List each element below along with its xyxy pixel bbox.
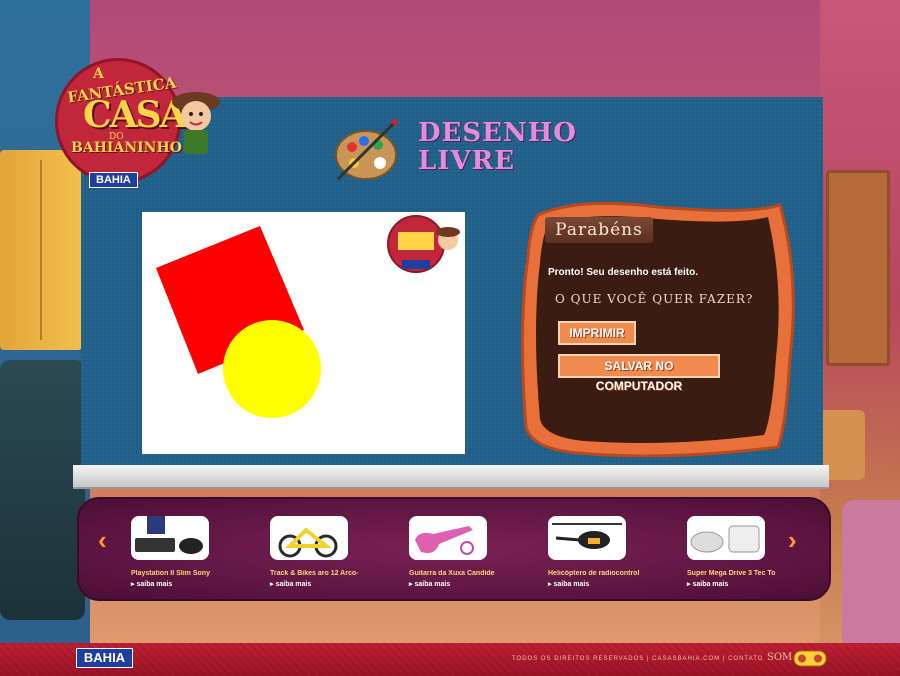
product-more-link[interactable]: ▸ saiba mais	[548, 580, 589, 588]
bicycle-icon	[270, 516, 348, 560]
footer-rights-text: TODOS OS DIREITOS RESERVADOS	[512, 656, 645, 662]
page-title-line1: DESENHO	[418, 118, 577, 148]
product-item[interactable]: Track & Bikes aro 12 Arco- ▸ saiba mais	[270, 514, 385, 594]
video-game-icon	[687, 516, 765, 560]
footer-links: TODOS OS DIREITOS RESERVADOS | CASASBAHI…	[512, 656, 764, 662]
product-more-link[interactable]: ▸ saiba mais	[270, 580, 311, 588]
product-item[interactable]: Guitarra da Xuxa Candide ▸ saiba mais	[409, 514, 524, 594]
background-door	[826, 170, 890, 366]
logo-text-a: A	[93, 66, 104, 82]
product-item[interactable]: Playstation II Slim Sony ▸ saiba mais	[131, 514, 246, 594]
product-item[interactable]: Helicóptero de radiocontrol ▸ saiba mais	[548, 514, 663, 594]
footer-brand-logo[interactable]: BAHIA	[76, 648, 133, 668]
mascot-icon	[172, 92, 220, 154]
logo-text-bahianinho: BAHIANINHO	[71, 140, 182, 156]
product-more-link[interactable]: ▸ saiba mais	[131, 580, 172, 588]
background-chair-right	[842, 500, 900, 650]
background-chair	[0, 360, 85, 620]
save-to-computer-button[interactable]: SALVAR NO COMPUTADOR	[558, 354, 720, 393]
helicopter-icon	[548, 516, 626, 560]
product-name: Guitarra da Xuxa Candide	[409, 570, 495, 577]
shelf	[73, 465, 829, 489]
board-title: Parabéns	[545, 217, 653, 243]
sound-toggle-icon[interactable]	[793, 650, 827, 667]
footer-site-link[interactable]: CASASBAHIA.COM	[652, 656, 720, 662]
game-console-icon	[131, 516, 209, 560]
canvas-logo-stamp	[387, 215, 460, 273]
product-more-link[interactable]: ▸ saiba mais	[687, 580, 728, 588]
background-cabinet-line	[40, 160, 42, 340]
product-item[interactable]: Super Mega Drive 3 Tec To ▸ saiba mais	[687, 514, 802, 594]
print-button[interactable]: IMPRIMIR	[558, 321, 636, 345]
board-question: O QUE VOCÊ QUER FAZER?	[555, 292, 754, 306]
product-name: Playstation II Slim Sony	[131, 570, 210, 577]
sound-label: SOM	[767, 652, 793, 663]
yellow-circle-shape	[223, 320, 321, 418]
guitar-icon	[409, 516, 487, 560]
footer-contact-link[interactable]: CONTATO	[728, 656, 763, 662]
product-name: Super Mega Drive 3 Tec To	[687, 570, 776, 577]
product-name: Helicóptero de radiocontrol	[548, 570, 640, 577]
footer	[0, 643, 900, 676]
product-more-link[interactable]: ▸ saiba mais	[409, 580, 450, 588]
page-title-line2: LIVRE	[418, 146, 516, 176]
product-name: Track & Bikes aro 12 Arco-	[270, 570, 359, 577]
carousel-prev-button[interactable]: ‹	[98, 527, 114, 553]
palette-icon	[335, 119, 398, 181]
logo-brand-badge: BAHIA	[89, 172, 138, 188]
board-message: Pronto! Seu desenho está feito.	[548, 267, 699, 278]
site-logo[interactable]: A FANTÁSTICA CASA DO BAHIANINHO BAHIA	[55, 48, 220, 188]
